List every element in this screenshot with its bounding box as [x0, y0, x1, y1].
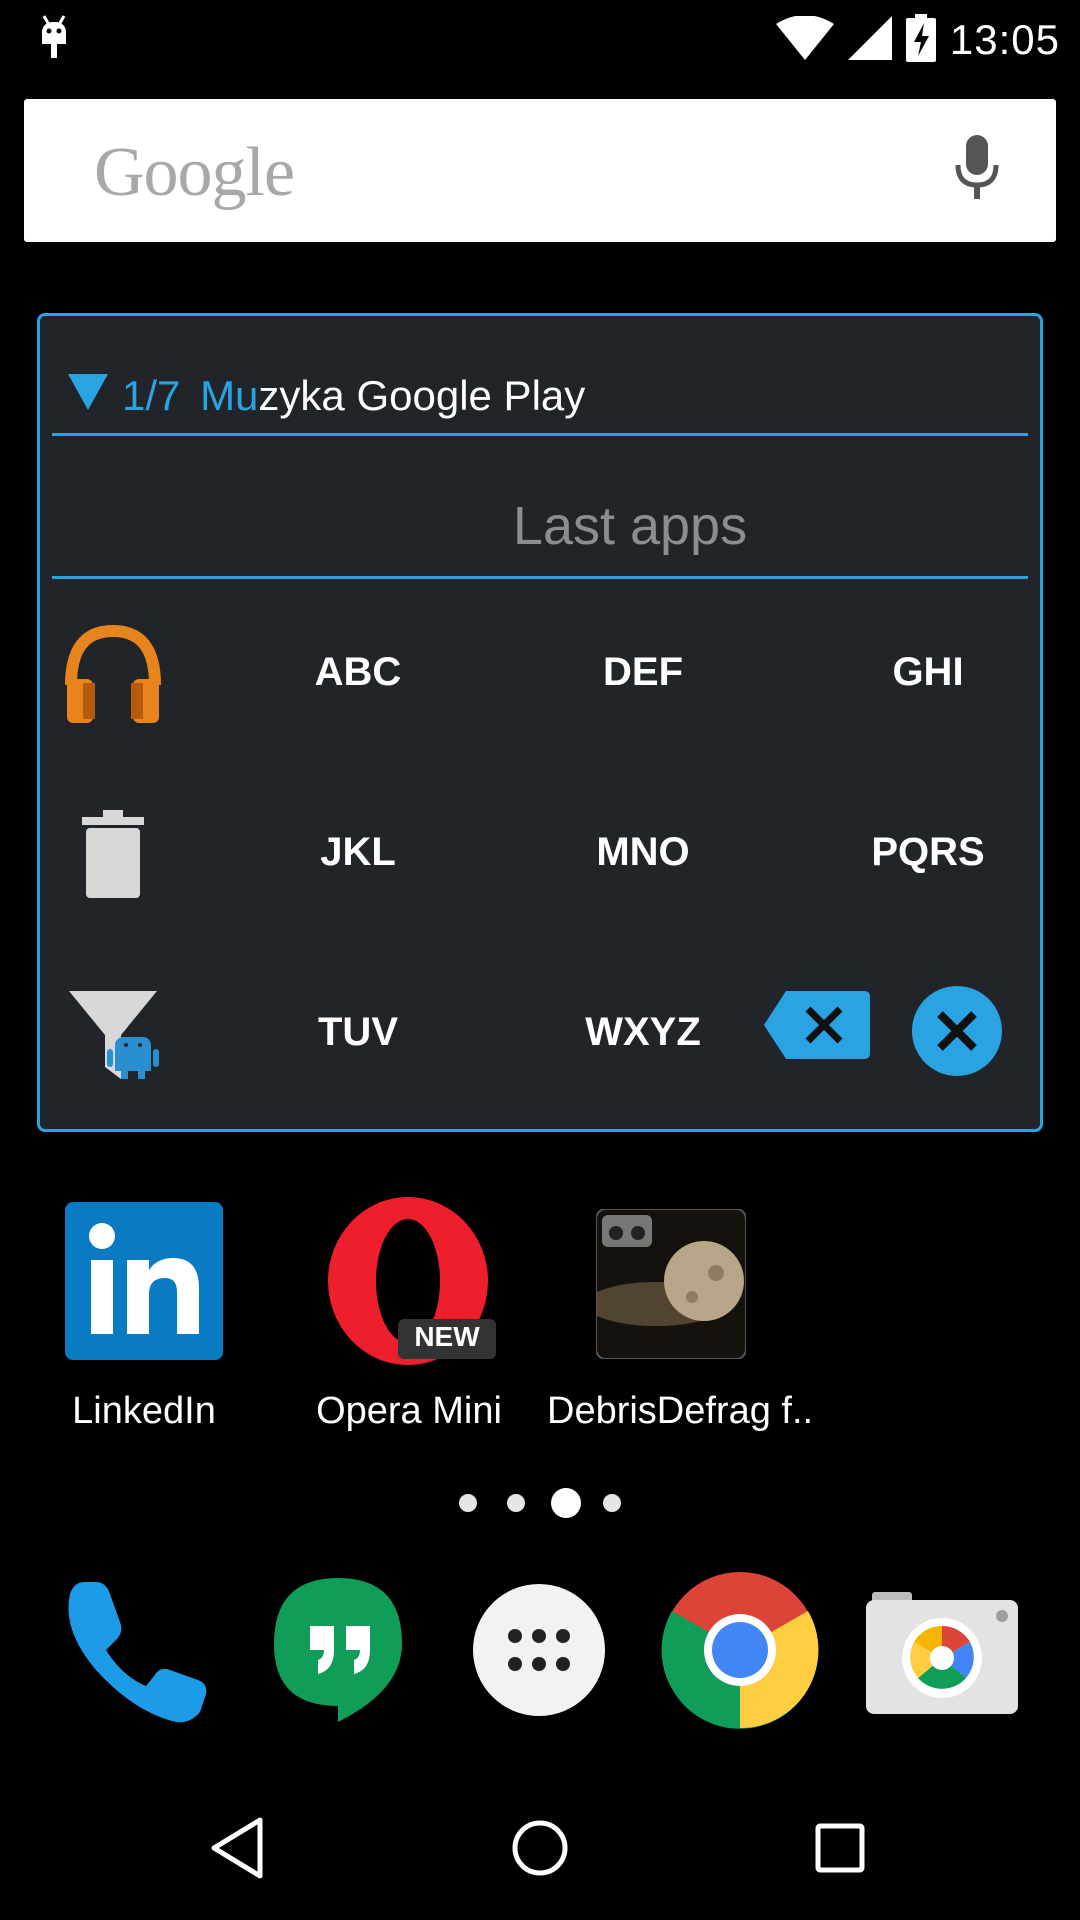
page-dot [507, 1494, 525, 1512]
google-logo: Google [94, 134, 295, 211]
chrome-icon[interactable] [660, 1570, 820, 1730]
app-label: Opera Mini [316, 1390, 502, 1432]
battery-charging-icon [905, 13, 936, 67]
app-drawer-icon[interactable] [459, 1570, 619, 1730]
key-mno[interactable]: MNO [523, 792, 763, 912]
back-button[interactable] [200, 1808, 280, 1888]
key-row-3: TUV WXYZ [40, 972, 1040, 1092]
google-play-music-icon[interactable] [58, 620, 168, 730]
trash-icon[interactable] [58, 800, 168, 910]
collapse-triangle-icon[interactable] [68, 372, 108, 420]
key-abc[interactable]: ABC [238, 612, 478, 732]
android-debug-icon [36, 14, 72, 67]
result-counter: 1/7 [122, 372, 181, 419]
hangouts-icon[interactable] [258, 1570, 418, 1730]
status-bar: 13:05 [0, 0, 1080, 80]
t9-launcher-widget: 1/7 Muzyka Google Play Last apps ABC DEF… [37, 313, 1043, 1132]
cell-signal-icon [847, 15, 892, 65]
key-ghi[interactable]: GHI [808, 612, 1048, 732]
key-tuv[interactable]: TUV [238, 972, 478, 1092]
app-opera-mini[interactable]: NEW Opera Mini [284, 1195, 534, 1445]
new-badge: NEW [414, 1321, 480, 1352]
android-filter-icon[interactable] [58, 980, 168, 1090]
match-highlight: Mu [200, 372, 259, 419]
divider [52, 576, 1028, 579]
divider [52, 433, 1028, 436]
key-def[interactable]: DEF [523, 612, 763, 732]
clear-icon[interactable] [912, 986, 1002, 1081]
camera-icon[interactable] [862, 1570, 1022, 1730]
app-label: LinkedIn [72, 1390, 216, 1432]
google-search-bar[interactable]: Google [24, 99, 1056, 242]
app-debrisdefrag[interactable]: DebrisDefrag f.. [547, 1195, 814, 1445]
page-dot [459, 1494, 477, 1512]
widget-header[interactable]: 1/7 Muzyka Google Play [68, 356, 585, 436]
key-row-2: JKL MNO PQRS [40, 792, 1040, 912]
key-row-1: ABC DEF GHI [40, 612, 1040, 732]
linkedin-icon [65, 1202, 223, 1365]
status-time: 13:05 [949, 16, 1060, 63]
mic-icon[interactable] [954, 135, 1000, 206]
backspace-icon[interactable] [764, 991, 870, 1064]
page-dot-current [551, 1488, 581, 1518]
app-label: DebrisDefrag f.. [547, 1390, 814, 1432]
phone-icon[interactable] [56, 1570, 216, 1730]
wifi-icon [775, 14, 834, 65]
page-dot [603, 1494, 621, 1512]
page-indicator [455, 1485, 635, 1518]
app-linkedin[interactable]: LinkedIn [19, 1195, 269, 1445]
recents-button[interactable] [800, 1808, 880, 1888]
key-jkl[interactable]: JKL [238, 792, 478, 912]
key-pqrs[interactable]: PQRS [808, 792, 1048, 912]
key-wxyz[interactable]: WXYZ [523, 972, 763, 1092]
debrisdefrag-icon [586, 1208, 747, 1364]
last-apps-label[interactable]: Last apps [40, 476, 1040, 576]
home-button[interactable] [500, 1808, 580, 1888]
app-name-rest: zyka Google Play [258, 372, 586, 419]
